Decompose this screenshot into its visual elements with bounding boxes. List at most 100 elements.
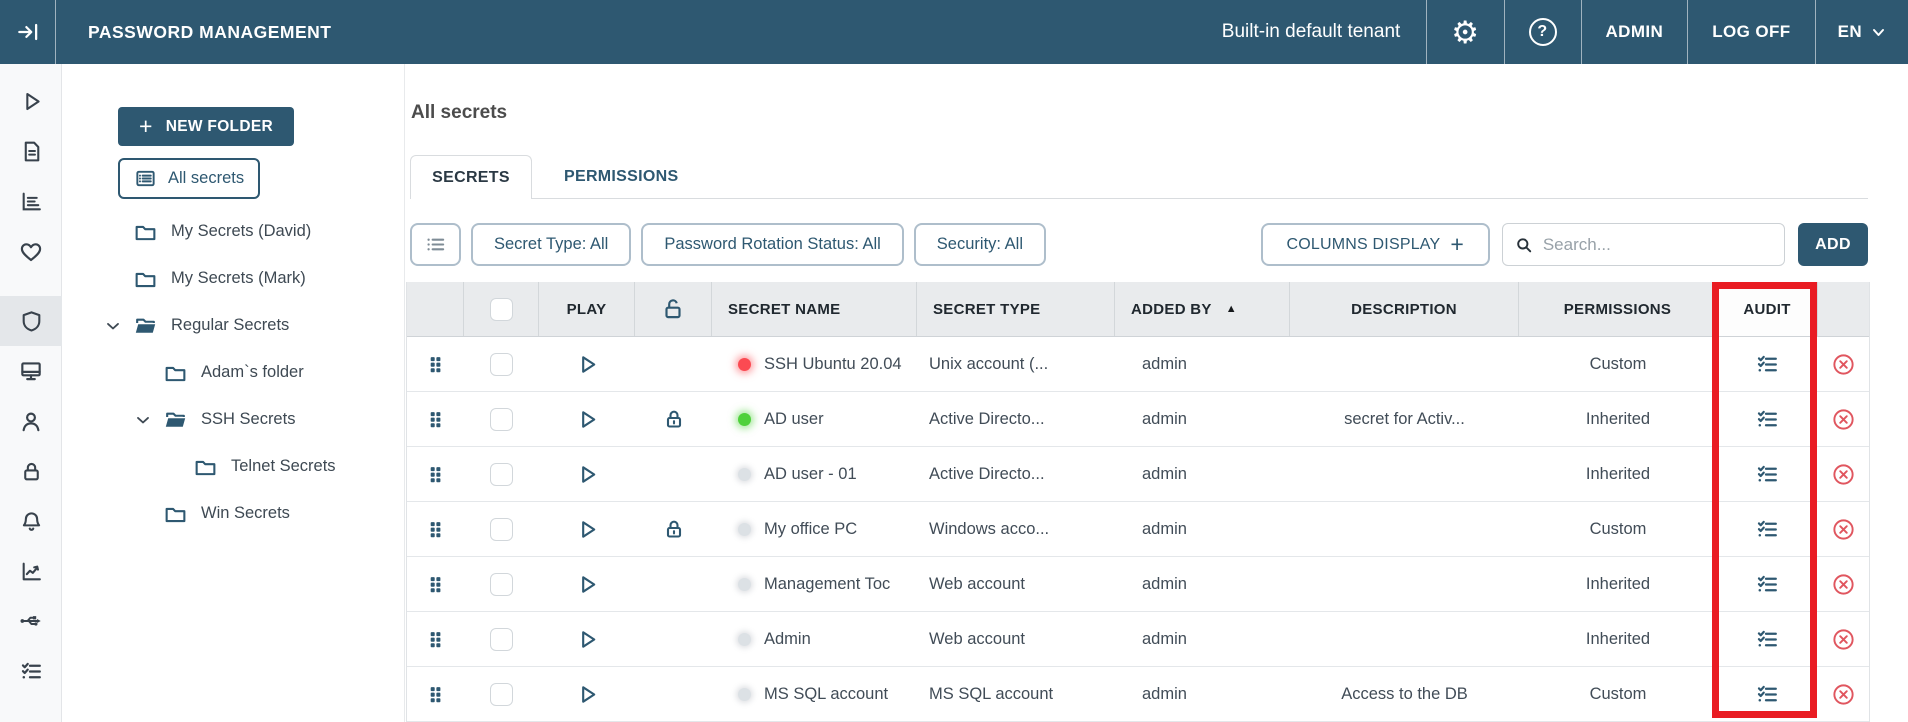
- lock-icon: [662, 517, 686, 541]
- plus-icon: +: [1450, 233, 1464, 256]
- help-button[interactable]: ?: [1504, 0, 1581, 64]
- tenant-label: Built-in default tenant: [1196, 21, 1427, 43]
- table-row: SSH Ubuntu 20.04 Unix account (... admin…: [407, 337, 1869, 392]
- status-dot: [738, 633, 751, 646]
- secret-name: SSH Ubuntu 20.04: [764, 355, 902, 374]
- rail-item-users[interactable]: [0, 396, 62, 446]
- play-icon[interactable]: [576, 463, 599, 486]
- search-input[interactable]: [1543, 235, 1772, 255]
- rail-item-audit-log[interactable]: [0, 646, 62, 696]
- usb-icon: [18, 608, 44, 634]
- drag-handle-icon[interactable]: [425, 519, 446, 540]
- columns-display-label: COLUMNS DISPLAY: [1287, 236, 1441, 254]
- column-play[interactable]: PLAY: [539, 282, 635, 336]
- tree-item-label: SSH Secrets: [201, 410, 295, 429]
- language-selector[interactable]: EN: [1815, 0, 1908, 64]
- column-description[interactable]: DESCRIPTION: [1290, 282, 1519, 336]
- row-checkbox[interactable]: [490, 573, 513, 596]
- row-checkbox[interactable]: [490, 353, 513, 376]
- folder-tree-item[interactable]: My Secrets (David): [62, 208, 404, 255]
- column-secret-type[interactable]: SECRET TYPE: [917, 282, 1115, 336]
- row-checkbox[interactable]: [490, 518, 513, 541]
- row-checkbox[interactable]: [490, 683, 513, 706]
- row-checkbox[interactable]: [490, 628, 513, 651]
- drag-handle-icon[interactable]: [425, 629, 446, 650]
- line-chart-icon: [19, 559, 44, 584]
- logoff-button[interactable]: LOG OFF: [1687, 0, 1814, 64]
- folder-tree-item[interactable]: Regular Secrets: [62, 302, 404, 349]
- folder-tree-item[interactable]: Telnet Secrets: [62, 443, 404, 490]
- drag-handle-icon[interactable]: [425, 684, 446, 705]
- play-icon[interactable]: [576, 573, 599, 596]
- play-icon[interactable]: [576, 408, 599, 431]
- rail-item-credentials[interactable]: [0, 446, 62, 496]
- rail-item-documents[interactable]: [0, 126, 62, 176]
- column-added-by[interactable]: ADDED BY ▲: [1115, 282, 1290, 336]
- audit-icon[interactable]: [1755, 462, 1780, 487]
- play-icon[interactable]: [576, 683, 599, 706]
- tab-permissions[interactable]: PERMISSIONS: [532, 155, 710, 198]
- filter-secret-type[interactable]: Secret Type: All: [471, 223, 631, 266]
- filter-security[interactable]: Security: All: [914, 223, 1046, 266]
- play-icon[interactable]: [576, 628, 599, 651]
- delete-icon[interactable]: [1831, 407, 1856, 432]
- column-audit[interactable]: AUDIT: [1717, 282, 1818, 336]
- rail-item-favorites[interactable]: [0, 226, 62, 276]
- secret-type: Web account: [917, 557, 1115, 611]
- play-icon[interactable]: [576, 518, 599, 541]
- all-secrets-button[interactable]: All secrets: [118, 158, 260, 199]
- rail-item-play[interactable]: [0, 76, 62, 126]
- folder-panel: + NEW FOLDER All secrets My Secrets (Dav…: [62, 64, 404, 722]
- rail-item-notifications[interactable]: [0, 496, 62, 546]
- rail-item-reports[interactable]: [0, 176, 62, 226]
- tab-secrets[interactable]: SECRETS: [410, 155, 532, 199]
- drag-handle-icon[interactable]: [425, 574, 446, 595]
- row-checkbox[interactable]: [490, 408, 513, 431]
- audit-icon[interactable]: [1755, 517, 1780, 542]
- rail-item-integrations[interactable]: [0, 596, 62, 646]
- description: [1290, 612, 1519, 666]
- drag-handle-icon[interactable]: [425, 354, 446, 375]
- add-button[interactable]: ADD: [1798, 223, 1868, 266]
- rail-item-devices[interactable]: [0, 346, 62, 396]
- delete-icon[interactable]: [1831, 627, 1856, 652]
- audit-icon[interactable]: [1755, 627, 1780, 652]
- play-icon[interactable]: [576, 353, 599, 376]
- audit-icon[interactable]: [1755, 682, 1780, 707]
- list-icon: [424, 233, 447, 256]
- folder-tree-item[interactable]: Adam`s folder: [62, 349, 404, 396]
- folder-icon: [133, 219, 158, 244]
- sort-asc-icon: ▲: [1226, 303, 1237, 315]
- audit-icon[interactable]: [1755, 572, 1780, 597]
- filter-password-rotation-status[interactable]: Password Rotation Status: All: [641, 223, 903, 266]
- delete-icon[interactable]: [1831, 572, 1856, 597]
- column-secret-name[interactable]: SECRET NAME: [712, 282, 917, 336]
- select-all-checkbox[interactable]: [490, 298, 513, 321]
- rail-item-security[interactable]: [0, 296, 62, 346]
- row-checkbox[interactable]: [490, 463, 513, 486]
- language-label: EN: [1838, 22, 1862, 42]
- column-permissions[interactable]: PERMISSIONS: [1519, 282, 1717, 336]
- audit-icon[interactable]: [1755, 352, 1780, 377]
- delete-icon[interactable]: [1831, 517, 1856, 542]
- app-header: PASSWORD MANAGEMENT Built-in default ten…: [0, 0, 1908, 64]
- delete-icon[interactable]: [1831, 682, 1856, 707]
- view-options-button[interactable]: [410, 223, 461, 266]
- folder-tree-item[interactable]: My Secrets (Mark): [62, 255, 404, 302]
- drag-handle-icon[interactable]: [425, 464, 446, 485]
- columns-display-button[interactable]: COLUMNS DISPLAY +: [1261, 223, 1491, 266]
- audit-icon[interactable]: [1755, 407, 1780, 432]
- drag-handle-icon[interactable]: [425, 409, 446, 430]
- settings-button[interactable]: ⚙: [1426, 0, 1503, 64]
- delete-icon[interactable]: [1831, 462, 1856, 487]
- rail-item-analytics[interactable]: [0, 546, 62, 596]
- folder-tree-item[interactable]: Win Secrets: [62, 490, 404, 537]
- folder-tree-item[interactable]: SSH Secrets: [62, 396, 404, 443]
- new-folder-button[interactable]: + NEW FOLDER: [118, 107, 294, 146]
- tree-item-label: Telnet Secrets: [231, 457, 336, 476]
- admin-menu[interactable]: ADMIN: [1581, 0, 1688, 64]
- delete-icon[interactable]: [1831, 352, 1856, 377]
- sidebar-collapse-button[interactable]: [0, 0, 56, 64]
- secret-name: Admin: [764, 630, 811, 649]
- filter-bar: Secret Type: All Password Rotation Statu…: [410, 223, 1868, 266]
